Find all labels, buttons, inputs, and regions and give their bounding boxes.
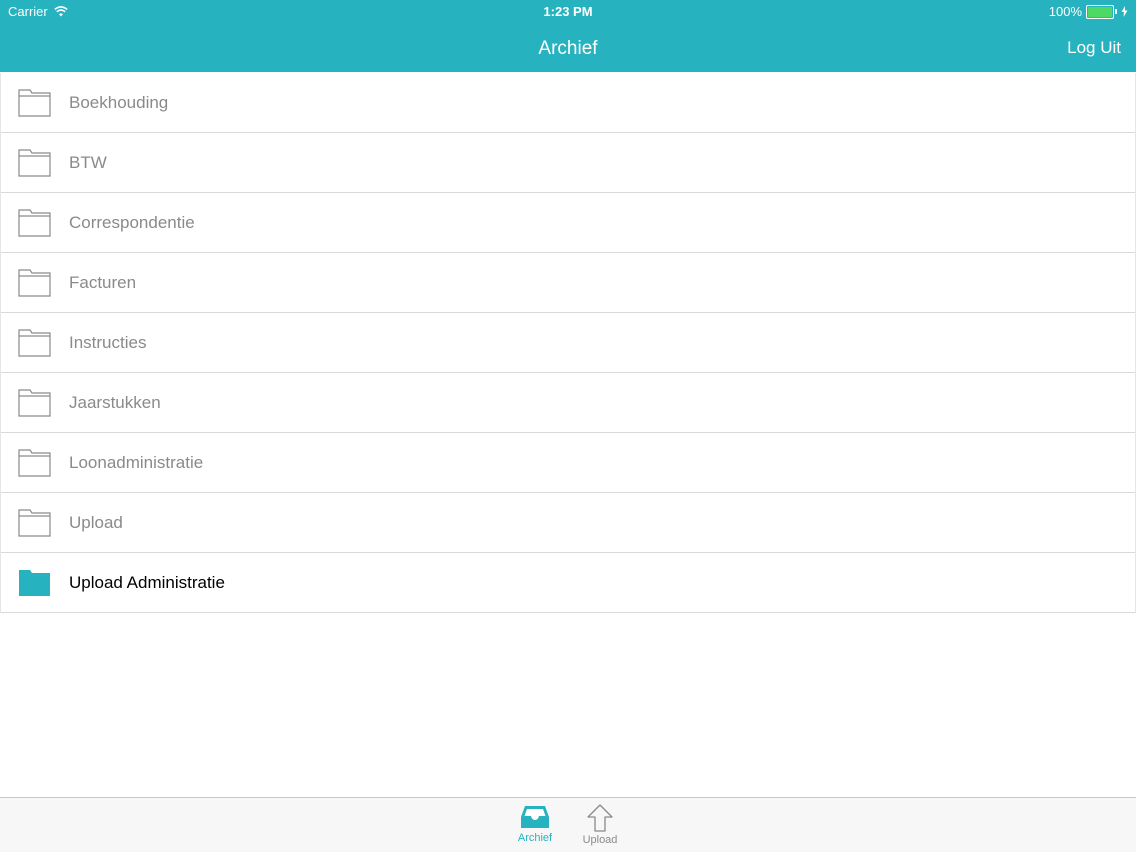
folder-icon — [18, 268, 51, 297]
folder-label: Upload Administratie — [69, 572, 225, 592]
tab-bar: Archief Upload — [0, 797, 1136, 852]
folder-row[interactable]: BTW — [1, 133, 1135, 193]
folder-row[interactable]: Upload Administratie — [1, 553, 1135, 613]
charging-bolt-icon — [1121, 6, 1128, 17]
folder-icon — [18, 508, 51, 537]
folder-icon — [18, 448, 51, 477]
folder-row[interactable]: Jaarstukken — [1, 373, 1135, 433]
folder-list: Boekhouding BTW Correspondentie Facturen Ins… — [0, 73, 1136, 613]
tab-upload[interactable]: Upload — [570, 804, 630, 846]
logout-button[interactable]: Log Uit — [1067, 38, 1121, 58]
folder-label: Upload — [69, 512, 123, 532]
page-title: Archief — [538, 38, 598, 59]
folder-icon — [18, 328, 51, 357]
folder-row[interactable]: Boekhouding — [1, 73, 1135, 133]
folder-row[interactable]: Instructies — [1, 313, 1135, 373]
battery-info: 100% — [1049, 4, 1128, 19]
top-bar: Carrier 1:23 PM 100% Archief Log Uit — [0, 0, 1136, 72]
status-time: 1:23 PM — [543, 4, 593, 19]
battery-icon — [1086, 4, 1114, 19]
folder-label: BTW — [69, 152, 107, 172]
folder-icon — [18, 148, 51, 177]
folder-label: Loonadministratie — [69, 452, 204, 472]
folder-label: Instructies — [69, 332, 147, 352]
status-bar: Carrier 1:23 PM 100% — [0, 0, 1136, 24]
upload-arrow-icon — [587, 804, 613, 832]
folder-row[interactable]: Loonadministratie — [1, 433, 1135, 493]
navigation-bar: Archief Log Uit — [0, 24, 1136, 72]
tab-archief-label: Archief — [517, 832, 553, 844]
inbox-tray-icon — [521, 806, 549, 828]
folder-label: Facturen — [69, 272, 137, 292]
folder-filled-icon — [19, 569, 50, 596]
folder-row[interactable]: Upload — [1, 493, 1135, 553]
tab-upload-label: Upload — [582, 834, 618, 846]
battery-percent: 100% — [1048, 4, 1082, 19]
folder-label: Correspondentie — [69, 212, 195, 232]
folder-label: Jaarstukken — [69, 392, 161, 412]
folder-row[interactable]: Correspondentie — [1, 193, 1135, 253]
tab-archief[interactable]: Archief — [505, 804, 565, 844]
folder-icon — [18, 88, 51, 117]
folder-icon — [18, 388, 51, 417]
folder-label: Boekhouding — [69, 92, 169, 112]
folder-row[interactable]: Facturen — [1, 253, 1135, 313]
folder-icon — [18, 208, 51, 237]
